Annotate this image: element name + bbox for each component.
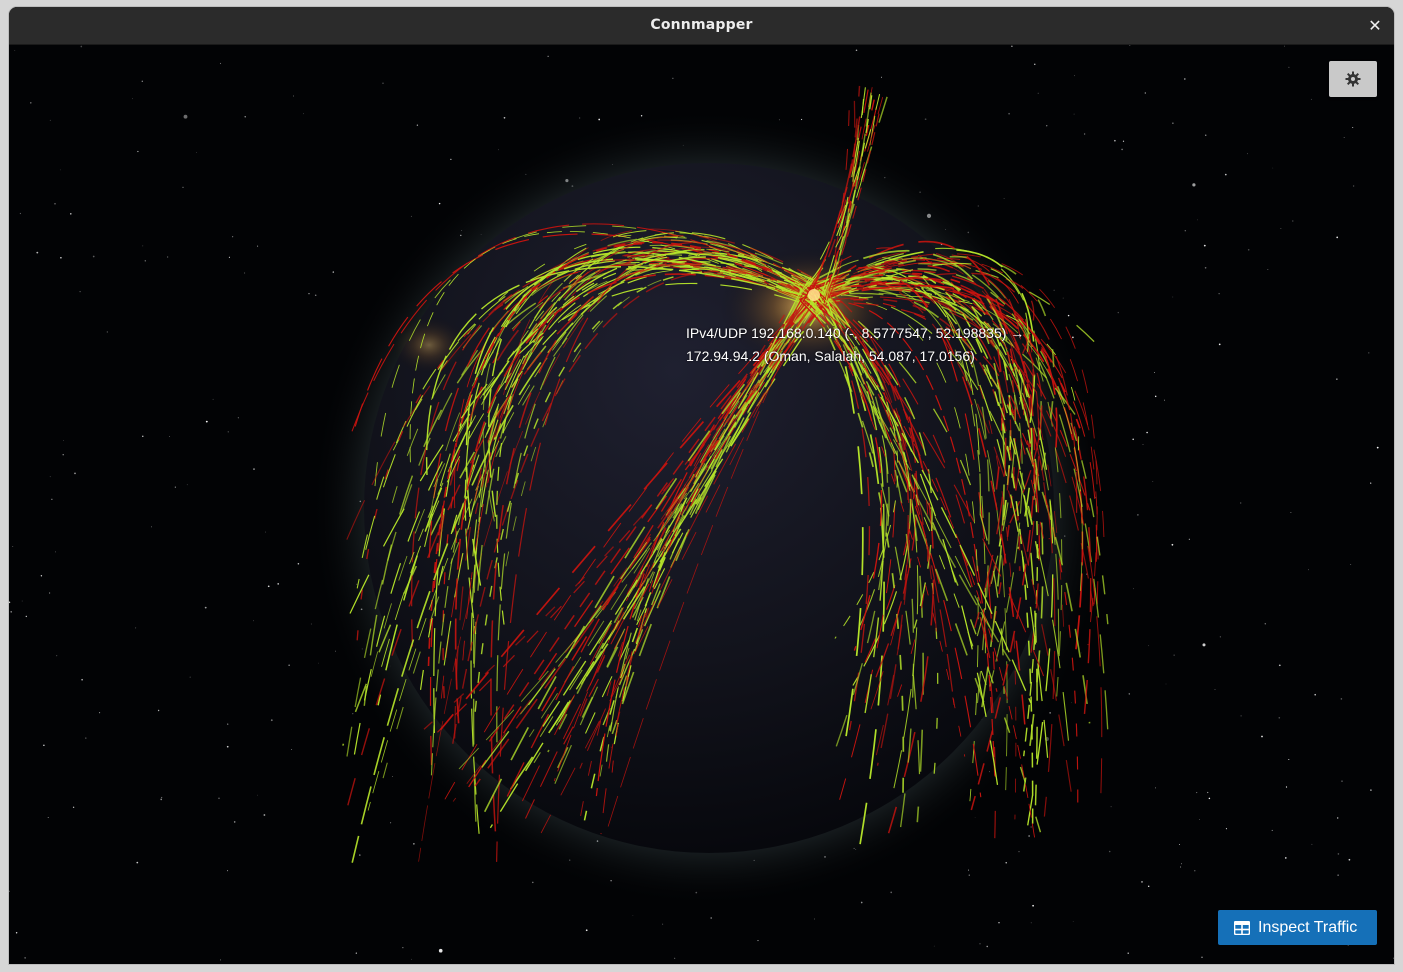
globe-viewport[interactable]: IPv4/UDP 192.168.0.140 (-, 8.5777547, 52…: [9, 45, 1394, 964]
connection-tooltip: IPv4/UDP 192.168.0.140 (-, 8.5777547, 52…: [686, 322, 1086, 368]
window-title: Connmapper: [650, 17, 753, 33]
globe-scene[interactable]: [9, 45, 1394, 964]
app-window: Connmapper ✕ IPv4/UDP 192.168.0.140 (-, …: [9, 7, 1394, 964]
connection-line-2: 172.94.94.2 (Oman, Salalah, 54.087, 17.0…: [686, 348, 975, 364]
close-button[interactable]: ✕: [1364, 15, 1386, 37]
connection-line-1: IPv4/UDP 192.168.0.140 (-, 8.5777547, 52…: [686, 325, 1025, 341]
americas-city-lights: [389, 315, 469, 375]
settings-button[interactable]: [1329, 61, 1377, 97]
inspect-traffic-button[interactable]: Inspect Traffic: [1218, 910, 1377, 945]
title-bar[interactable]: Connmapper ✕: [9, 7, 1394, 45]
inspect-traffic-label: Inspect Traffic: [1258, 918, 1358, 936]
table-icon: [1234, 920, 1250, 935]
gear-icon: [1345, 71, 1361, 87]
local-host-marker: [808, 289, 820, 301]
